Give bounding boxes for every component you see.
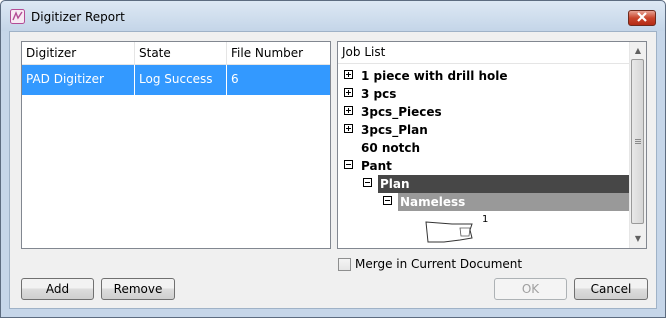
digitizer-table: Digitizer State File Number PAD Digitize… — [21, 41, 331, 249]
piece-shape-icon — [425, 221, 473, 243]
remove-button[interactable]: Remove — [101, 278, 175, 300]
merge-checkbox[interactable] — [338, 258, 351, 271]
cell-state: Log Success — [135, 65, 227, 95]
column-header-digitizer[interactable]: Digitizer — [22, 42, 135, 64]
tree-node-label: 3pcs_Pieces — [361, 105, 442, 119]
arrow-down-icon[interactable]: ▼ — [630, 230, 646, 247]
collapse-minus-icon[interactable] — [344, 160, 353, 169]
title-bar[interactable]: Digitizer Report — [1, 1, 665, 31]
cancel-button[interactable]: Cancel — [574, 278, 648, 300]
tree-node-label: Plan — [380, 177, 410, 191]
job-list-header: Job List — [338, 42, 630, 64]
expand-plus-icon[interactable] — [344, 106, 353, 115]
vertical-scrollbar[interactable]: ▲ ▼ — [629, 42, 646, 248]
column-header-state[interactable]: State — [135, 42, 227, 64]
tree-node-selected[interactable] — [378, 175, 629, 193]
piece-count: 1 — [482, 214, 489, 225]
collapse-minus-icon[interactable] — [383, 196, 392, 205]
job-list-tree: Job List 1 piece with drill hole 3 pcs 3… — [337, 41, 647, 249]
tree-node-label: Pant — [361, 159, 392, 173]
app-icon — [10, 9, 25, 24]
cell-file-number: 6 — [231, 72, 239, 86]
table-header: Digitizer State File Number — [22, 42, 330, 65]
expand-plus-icon[interactable] — [344, 88, 353, 97]
tree-node-label: 1 piece with drill hole — [361, 69, 508, 83]
collapse-minus-icon[interactable] — [363, 178, 372, 187]
arrow-up-icon[interactable]: ▲ — [630, 42, 646, 59]
close-x-icon — [636, 11, 648, 25]
scrollbar-thumb[interactable] — [631, 59, 644, 224]
dialog-body: Digitizer State File Number PAD Digitize… — [9, 31, 657, 309]
piece-preview[interactable]: 1 — [424, 214, 504, 246]
cell-digitizer: PAD Digitizer Table — [22, 65, 135, 114]
add-button[interactable]: Add — [21, 278, 94, 300]
expand-plus-icon[interactable] — [344, 70, 353, 79]
tree-node-label: 60 notch — [361, 141, 421, 155]
close-button[interactable] — [628, 10, 656, 26]
tree-node-label: Nameless — [400, 195, 466, 209]
table-row[interactable]: PAD Digitizer Table Log Success 6 — [22, 65, 330, 114]
tree-node-label: 3 pcs — [361, 87, 397, 101]
digitizer-report-window: Digitizer Report Digitizer State File Nu… — [0, 0, 666, 318]
ok-button[interactable]: OK — [494, 278, 567, 300]
expand-plus-icon[interactable] — [344, 124, 353, 133]
merge-checkbox-label: Merge in Current Document — [355, 257, 523, 271]
tree-node-label: 3pcs_Plan — [361, 123, 428, 137]
window-title: Digitizer Report — [31, 10, 125, 24]
column-header-file-number[interactable]: File Number — [227, 42, 330, 64]
